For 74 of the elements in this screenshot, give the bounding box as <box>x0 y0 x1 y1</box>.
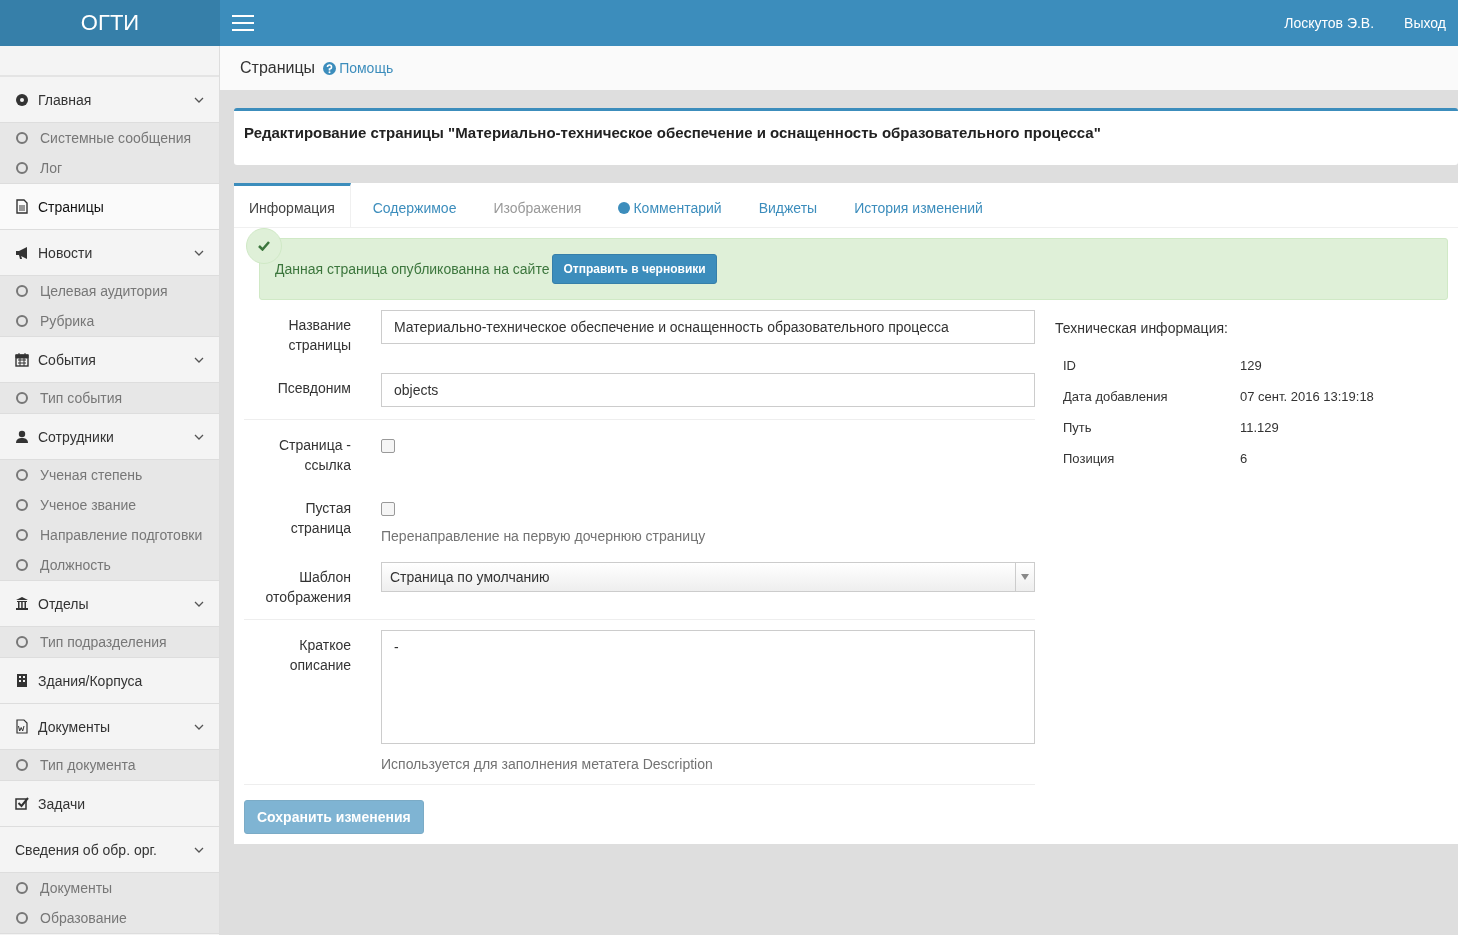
circle-icon <box>16 132 28 144</box>
field-label: Псевдоним <box>276 379 351 398</box>
sidebar-subitem[interactable]: Ученое звание <box>0 490 219 520</box>
info-label: Позиция <box>1063 451 1116 466</box>
help-text: Используется для заполнения метатега Description <box>381 756 714 772</box>
text-field[interactable]: objects <box>381 373 1035 407</box>
calendar-icon <box>15 352 29 367</box>
circle-icon <box>16 529 28 541</box>
sidebar-subitem[interactable]: Лог <box>0 153 219 183</box>
description-textarea[interactable]: - <box>381 630 1035 744</box>
circle-icon <box>16 636 28 648</box>
sidebar-subitem[interactable]: Направление подготовки <box>0 520 219 550</box>
text-field[interactable]: Материально-техническое обеспечение и оснащенность образовательного процесса <box>381 310 1035 344</box>
field-label: Краткое описание <box>288 636 351 675</box>
sidebar-subitem[interactable]: Тип документа <box>0 750 219 780</box>
building-icon <box>15 673 29 688</box>
checkbox[interactable] <box>381 439 395 453</box>
tab[interactable]: Виджеты <box>743 183 833 227</box>
sidebar-subitem[interactable]: Тип подразделения <box>0 627 219 657</box>
sidebar-subitem[interactable]: Системные сообщения <box>0 123 219 153</box>
panel-title: Редактирование страницы "Материально-техническое обеспечение и оснащенность образовательного процесса" <box>234 108 1458 165</box>
page-title: Страницы <box>240 59 316 77</box>
circle-icon <box>16 469 28 481</box>
circle-icon <box>16 162 28 174</box>
circle-icon <box>16 559 28 571</box>
sidebar-subitem[interactable]: Тип события <box>0 383 219 413</box>
info-label: Дата добавления <box>1063 389 1169 404</box>
document-icon <box>15 199 29 214</box>
info-value: 6 <box>1240 451 1248 466</box>
megaphone-icon <box>15 245 29 260</box>
person-icon <box>15 429 29 444</box>
alert-text: Данная страница опубликованна на сайте <box>275 261 550 277</box>
caret-icon <box>1021 574 1029 580</box>
circle-icon <box>16 392 28 404</box>
draft-button[interactable]: Отправить в черновики <box>552 254 717 284</box>
logo[interactable]: ОГТИ <box>0 0 220 46</box>
sidebar-subitem[interactable]: Должность <box>0 550 219 580</box>
checkbox[interactable] <box>381 502 395 516</box>
field-label: Пустая страница <box>289 499 351 538</box>
circle-icon <box>16 315 28 327</box>
tab[interactable]: История изменений <box>839 183 998 227</box>
field-label: Шаблон отображения <box>264 568 351 607</box>
sidebar-subitem[interactable]: Образование <box>0 903 219 933</box>
user-name[interactable]: Лоскутов Э.В. <box>1284 15 1375 31</box>
menu-icon[interactable] <box>232 15 254 31</box>
help-link[interactable]: Помощь <box>323 60 394 76</box>
tab[interactable]: Информация <box>234 183 351 227</box>
template-dropdown[interactable]: Страница по умолчанию <box>381 562 1035 592</box>
circle-icon <box>16 912 28 924</box>
sidebar-item[interactable]: Страницы <box>0 184 219 230</box>
field-label: Страница - ссылка <box>278 436 351 475</box>
circle-icon <box>16 759 28 771</box>
circle-icon <box>16 499 28 511</box>
info-value: 129 <box>1240 358 1262 373</box>
info-label: Путь <box>1063 420 1093 435</box>
logout-link[interactable]: Выход <box>1404 15 1446 31</box>
tab[interactable]: Комментарий <box>603 183 737 227</box>
tab[interactable]: Содержимое <box>357 183 472 227</box>
circle-icon <box>16 285 28 297</box>
circle-icon <box>16 882 28 894</box>
sidebar-subitem[interactable]: Документы <box>0 873 219 903</box>
sidebar-subitem[interactable]: Ученая степень <box>0 460 219 490</box>
tech-info-title: Техническая информация: <box>1055 320 1229 336</box>
help-text: Перенаправление на первую дочернюю страницу <box>381 528 707 544</box>
field-label: Название страницы <box>287 316 351 355</box>
info-value: 11.129 <box>1240 420 1279 435</box>
sidebar-subitem[interactable]: Целевая аудитория <box>0 276 219 306</box>
checkbox-icon <box>15 796 29 811</box>
help-icon <box>323 61 337 75</box>
word-document-icon <box>15 719 29 734</box>
info-value: 07 сент. 2016 13:19:18 <box>1240 389 1374 404</box>
columns-building-icon <box>15 596 29 611</box>
sidebar-subitem[interactable]: Рубрика <box>0 306 219 336</box>
info-label: ID <box>1063 358 1077 373</box>
